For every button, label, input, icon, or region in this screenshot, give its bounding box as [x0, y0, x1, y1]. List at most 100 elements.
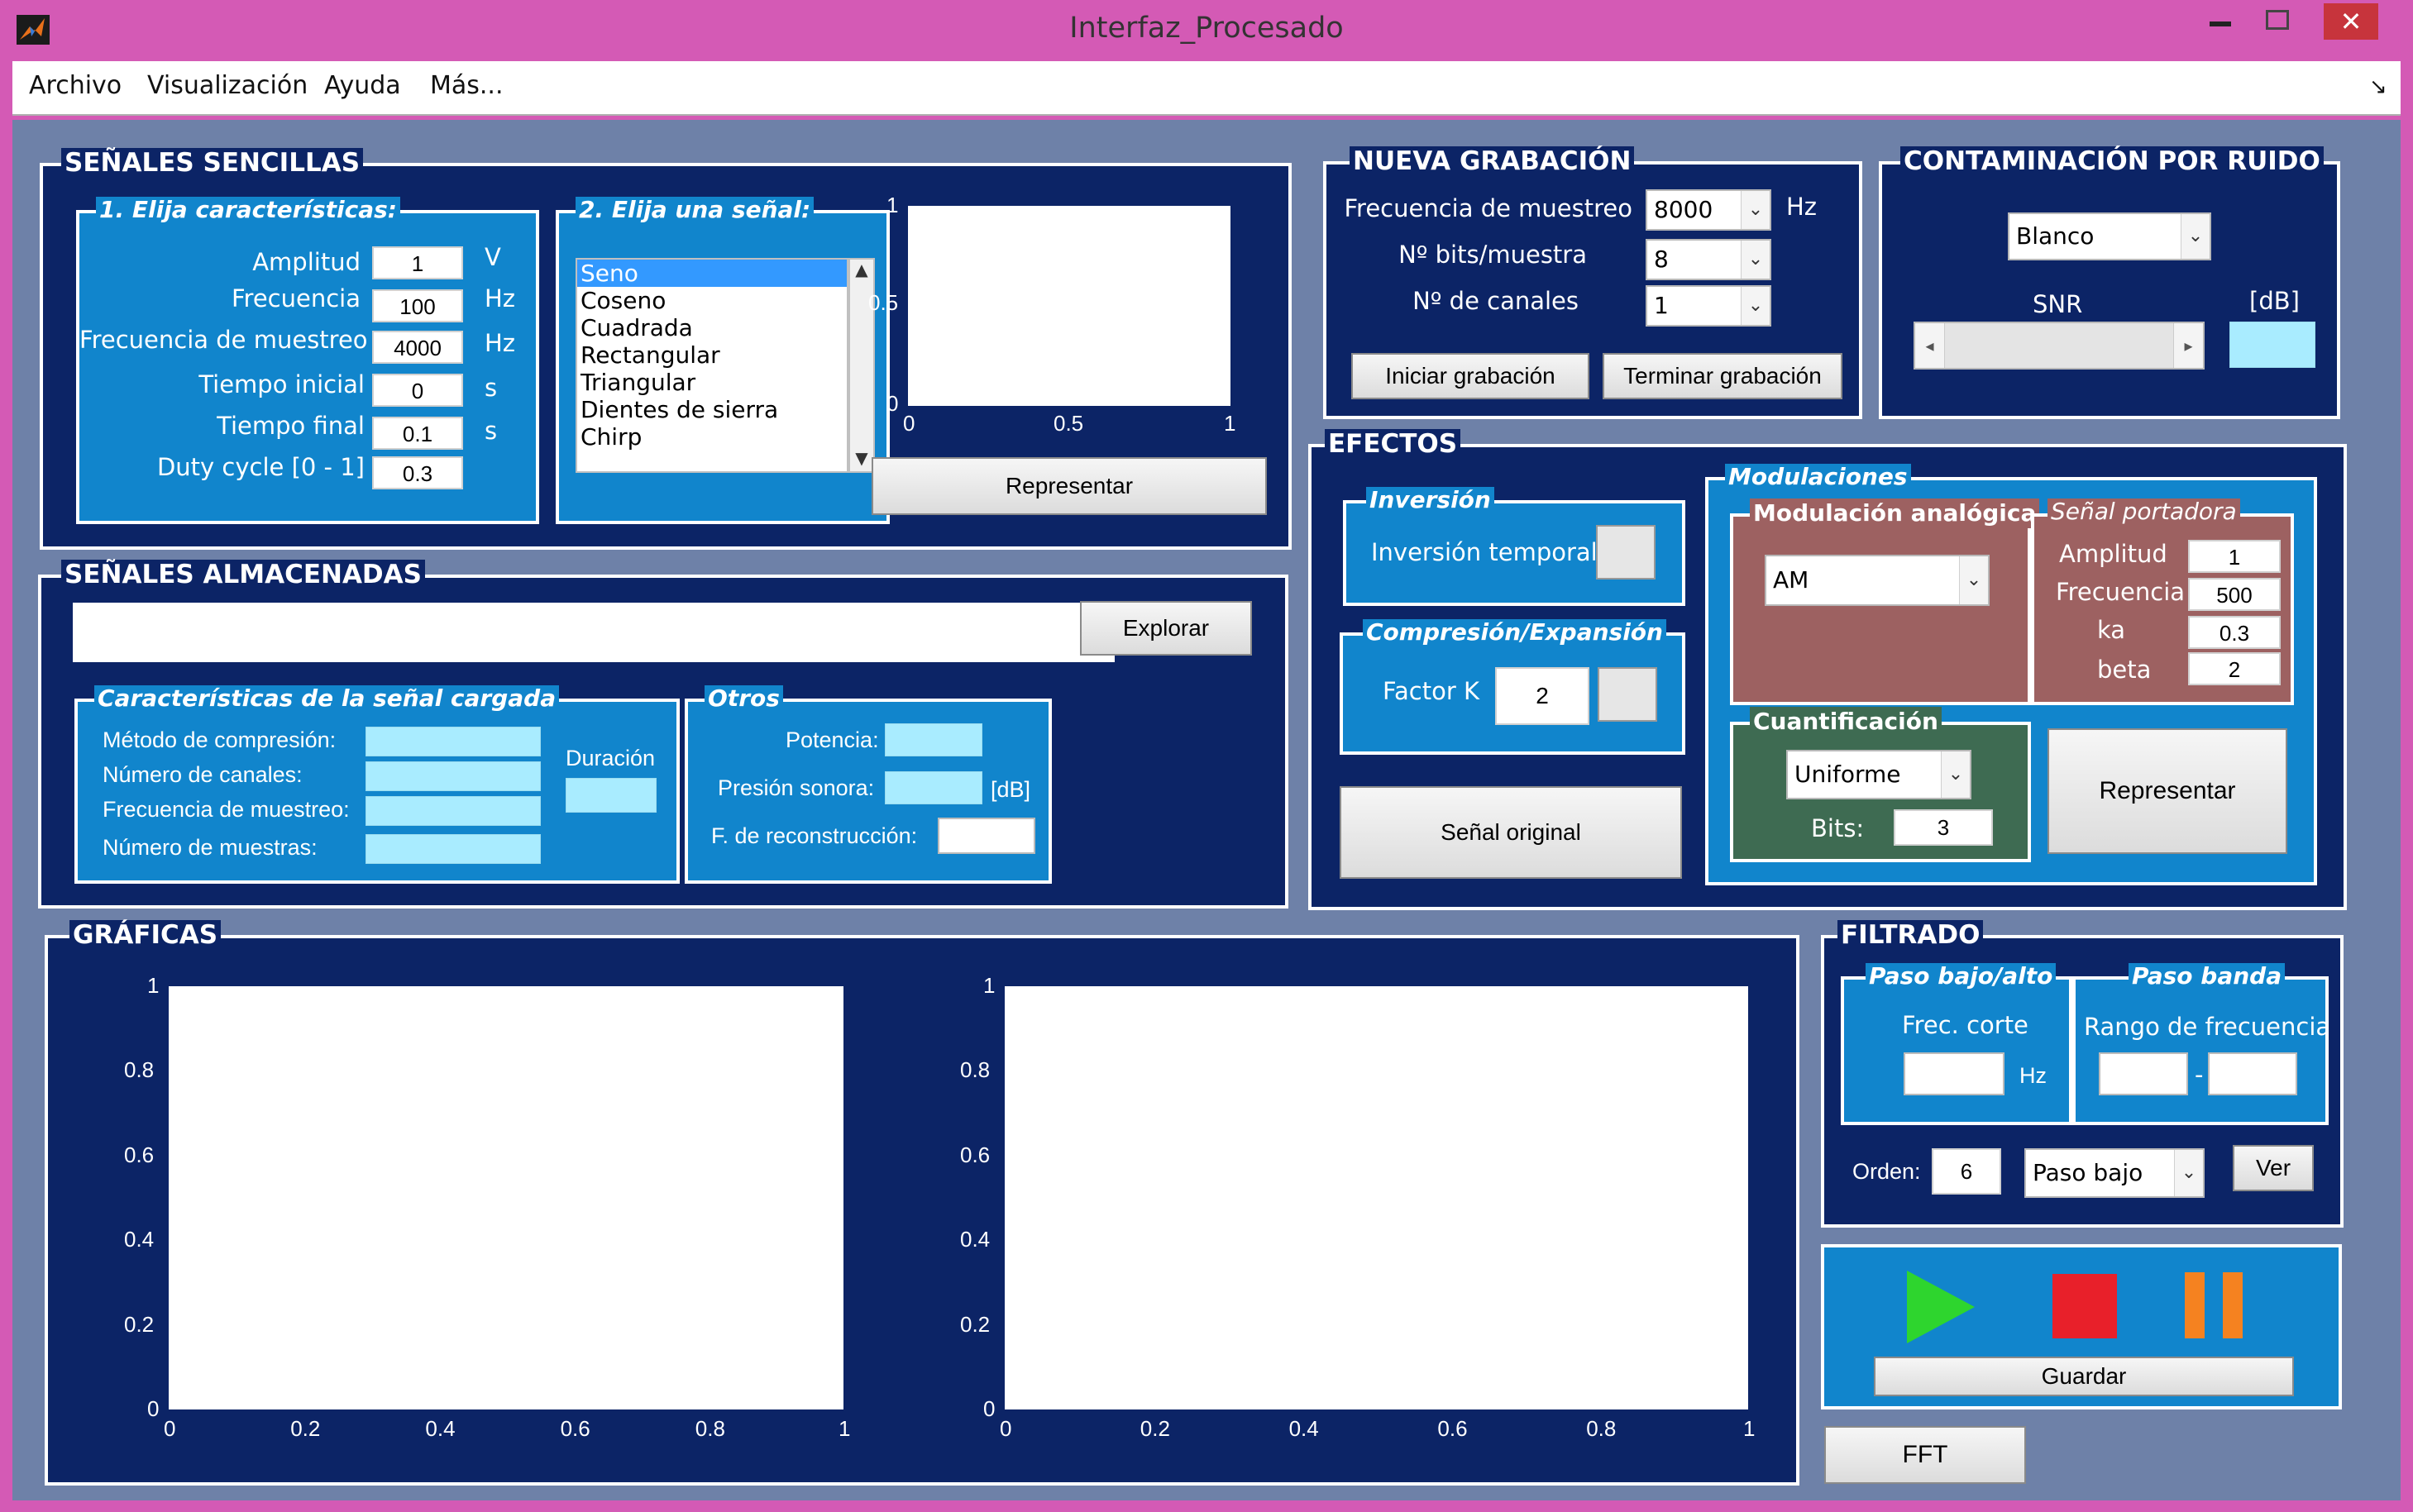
menu-bar: Archivo Visualización Ayuda Más... ↘ — [12, 61, 2401, 116]
amp-input[interactable]: 1 — [372, 246, 463, 279]
snr-slider[interactable]: ◂ ▸ — [1914, 322, 2205, 370]
cutoff-input[interactable] — [1904, 1052, 2004, 1095]
signal-option-rectangular[interactable]: Rectangular — [577, 341, 847, 369]
bits-input[interactable]: 3 — [1894, 809, 1993, 846]
power-value — [885, 723, 982, 756]
noise-type-dropdown[interactable]: Blanco ⌄ — [2008, 212, 2211, 260]
modulation-represent-button[interactable]: Representar — [2047, 728, 2287, 854]
duration-label: Duración — [566, 746, 656, 770]
plot1-x-tick: 0.2 — [290, 1416, 321, 1441]
samples-value — [366, 834, 541, 864]
filter-type-dropdown[interactable]: Paso bajo ⌄ — [2024, 1148, 2205, 1198]
menu-archivo[interactable]: Archivo — [29, 71, 122, 100]
close-icon[interactable]: ✕ — [2324, 3, 2378, 40]
carrier-freq-input[interactable]: 500 — [2188, 578, 2281, 611]
range-high-input[interactable] — [2208, 1052, 2297, 1095]
file-path-input[interactable] — [73, 603, 1115, 662]
plot2-x-tick: 0.8 — [1586, 1416, 1617, 1441]
snr-value-box — [2229, 322, 2315, 368]
panel-graphs-title: GRÁFICAS — [69, 920, 222, 950]
panel-simple-signals: SEÑALES SENCILLAS 1. Elija característic… — [40, 148, 1292, 550]
range-low-input[interactable] — [2099, 1052, 2188, 1095]
t0-input[interactable]: 0 — [372, 374, 463, 407]
panel-effects: EFECTOS Inversión Inversión temporal Com… — [1308, 429, 2347, 910]
signal-option-dientes-sierra[interactable]: Dientes de sierra — [577, 396, 847, 423]
maximize-icon[interactable] — [2266, 10, 2289, 30]
beta-input[interactable]: 2 — [2188, 652, 2281, 685]
plot1-y-tick: 0.6 — [124, 1142, 155, 1167]
signal-listbox[interactable]: Seno Coseno Cuadrada Rectangular Triangu… — [576, 258, 848, 473]
order-input[interactable]: 6 — [1932, 1148, 2001, 1195]
dock-arrow-icon[interactable]: ↘ — [2369, 74, 2387, 99]
box-inversion: Inversión Inversión temporal — [1343, 487, 1685, 606]
bits-label: Bits: — [1811, 814, 1865, 842]
ka-input[interactable]: 0.3 — [2188, 616, 2281, 649]
rec-bits-dropdown[interactable]: 8 ⌄ — [1646, 239, 1771, 280]
pressure-label: Presión sonora: — [718, 775, 875, 800]
slider-right-icon[interactable]: ▸ — [2173, 323, 2203, 368]
compression-checkbox[interactable] — [1598, 667, 1657, 722]
simple-represent-button[interactable]: Representar — [872, 457, 1267, 515]
plot1-x-tick: 0.8 — [695, 1416, 725, 1441]
beta-label: beta — [2097, 656, 2152, 684]
inversion-checkbox[interactable] — [1596, 525, 1656, 580]
stop-icon[interactable] — [2052, 1274, 2117, 1338]
menu-visualizacion[interactable]: Visualización — [147, 71, 308, 100]
scroll-up-icon[interactable]: ▲ — [850, 260, 873, 283]
box-signal-title: 2. Elija una señal: — [576, 197, 815, 223]
quant-dropdown[interactable]: Uniforme ⌄ — [1786, 750, 1971, 799]
carrier-amp-input[interactable]: 1 — [2188, 540, 2281, 573]
duty-input[interactable]: 0.3 — [372, 456, 463, 489]
signal-option-chirp[interactable]: Chirp — [577, 423, 847, 451]
explore-button[interactable]: Explorar — [1080, 601, 1252, 656]
menu-mas[interactable]: Más... — [430, 71, 504, 100]
slider-left-icon[interactable]: ◂ — [1915, 323, 1945, 368]
rec-channels-dropdown[interactable]: 1 ⌄ — [1646, 285, 1771, 327]
scroll-down-icon[interactable]: ▼ — [850, 448, 873, 471]
cutoff-label: Frec. corte — [1902, 1011, 2028, 1039]
tf-input[interactable]: 0.1 — [372, 417, 463, 450]
minimize-icon[interactable] — [2210, 21, 2231, 26]
panel-recording: NUEVA GRABACIÓN Frecuencia de muestreo 8… — [1323, 146, 1862, 419]
plot1-x-tick: 0.4 — [425, 1416, 456, 1441]
panel-noise: CONTAMINACIÓN POR RUIDO Blanco ⌄ SNR [dB… — [1879, 146, 2340, 419]
stop-recording-button[interactable]: Terminar grabación — [1603, 353, 1842, 399]
plot-1 — [169, 986, 843, 1409]
order-label: Orden: — [1852, 1159, 1921, 1184]
preview-x-tick: 0.5 — [1054, 411, 1084, 436]
menu-ayuda[interactable]: Ayuda — [324, 71, 401, 100]
signal-option-seno[interactable]: Seno — [577, 260, 847, 287]
analog-dropdown[interactable]: AM ⌄ — [1765, 555, 1990, 606]
original-signal-button[interactable]: Señal original — [1340, 786, 1682, 879]
rec-fs-dropdown[interactable]: 8000 ⌄ — [1646, 189, 1771, 231]
panel-filter: FILTRADO Paso bajo/alto Frec. corte Hz P… — [1821, 920, 2344, 1228]
compression-value — [366, 727, 541, 756]
signal-option-triangular[interactable]: Triangular — [577, 369, 847, 396]
play-icon[interactable] — [1904, 1267, 1978, 1350]
panel-stored-signals: SEÑALES ALMACENADAS Explorar Característ… — [38, 560, 1288, 909]
window-title: Interfaz_Procesado — [1069, 12, 1344, 45]
fft-button[interactable]: FFT — [1824, 1426, 2026, 1484]
pressure-value — [885, 771, 982, 804]
recon-input[interactable] — [938, 818, 1035, 854]
start-recording-button[interactable]: Iniciar grabación — [1351, 353, 1589, 399]
box-band-title: Paso banda — [2129, 963, 2286, 990]
plot2-y-tick: 0.2 — [960, 1311, 991, 1337]
preview-y-tick: 0 — [886, 391, 899, 416]
carrier-freq-label: Frecuencia — [2056, 578, 2186, 606]
plot1-y-tick: 0.2 — [124, 1311, 155, 1337]
preview-plot — [908, 206, 1230, 406]
box-characteristics-title: 1. Elija características: — [96, 197, 401, 223]
fs-input[interactable]: 4000 — [372, 331, 463, 364]
box-compression: Compresión/Expansión Factor K 2 — [1340, 619, 1685, 755]
plot1-y-tick: 0.8 — [124, 1057, 155, 1083]
freq-input[interactable]: 100 — [372, 289, 463, 322]
signal-option-coseno[interactable]: Coseno — [577, 287, 847, 314]
signal-option-cuadrada[interactable]: Cuadrada — [577, 314, 847, 341]
loaded-fs-value — [366, 796, 541, 826]
pause-icon[interactable] — [2185, 1272, 2244, 1338]
view-filter-button[interactable]: Ver — [2233, 1145, 2314, 1191]
factor-input[interactable]: 2 — [1495, 667, 1589, 725]
save-button[interactable]: Guardar — [1874, 1357, 2294, 1396]
rec-fs-value: 8000 — [1654, 196, 1713, 223]
